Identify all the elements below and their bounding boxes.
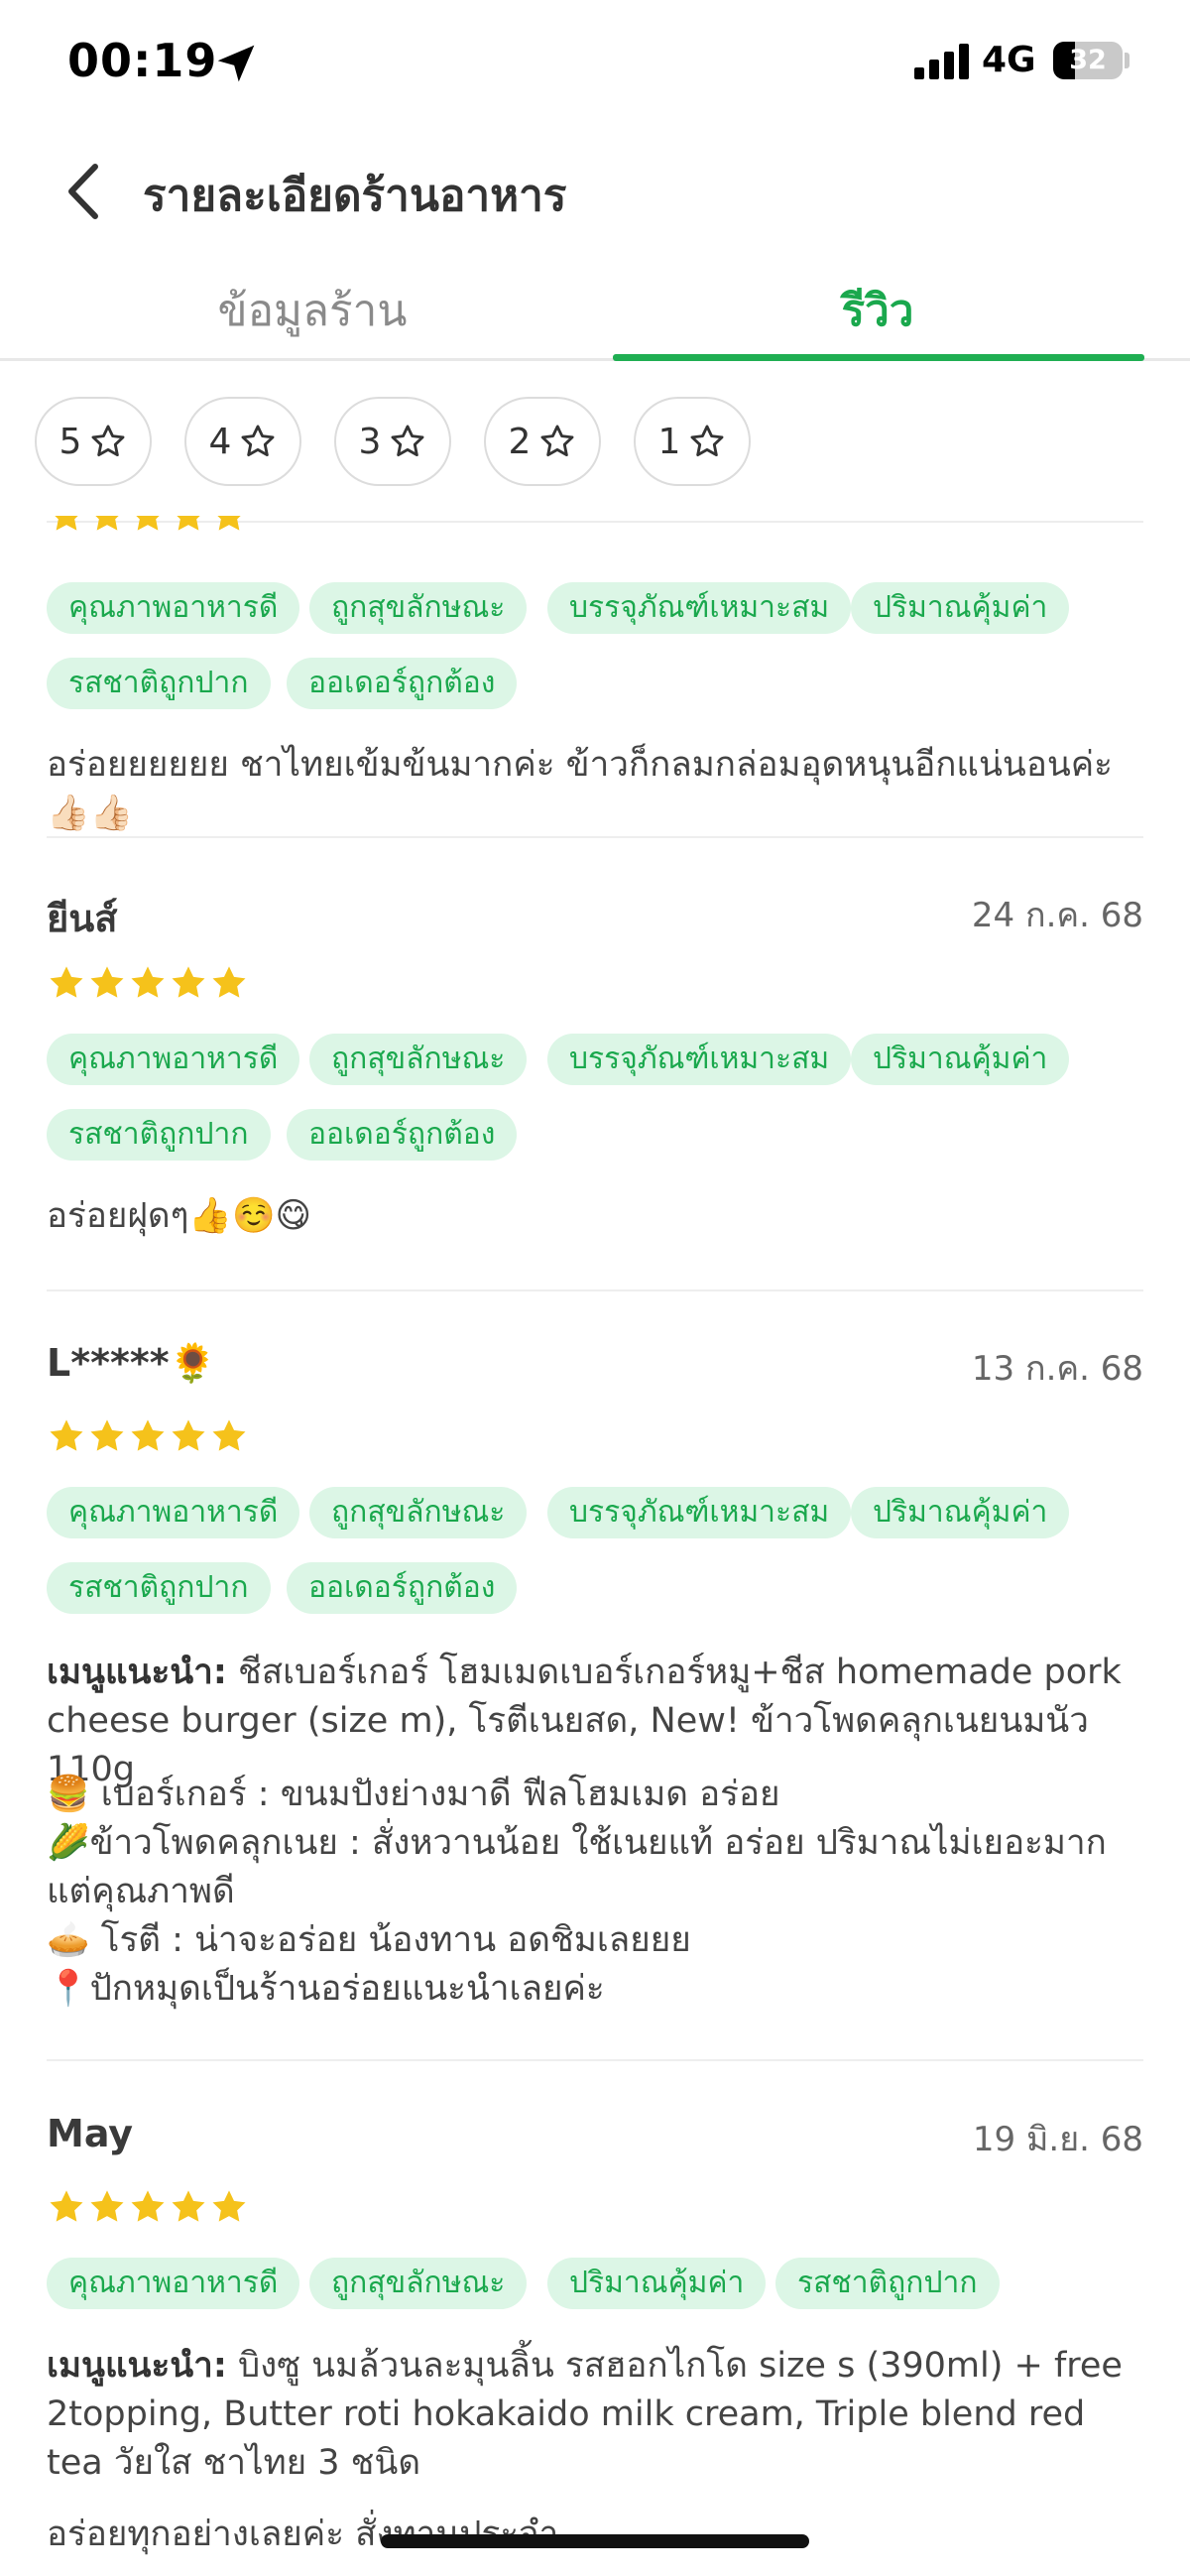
battery-icon: 32 (1053, 42, 1123, 79)
star-filled-icon (172, 966, 205, 998)
star-filled-icon (90, 2190, 124, 2222)
tag-food-quality: คุณภาพอาหารดี (47, 2258, 300, 2309)
cellular-signal-icon (914, 44, 969, 79)
star-filled-icon (131, 1419, 165, 1451)
reviewer-name: ยีนส์ (47, 897, 118, 940)
review-divider (47, 2059, 1143, 2061)
tag-hygienic: ถูกสุขลักษณะ (309, 2258, 528, 2309)
active-tab-indicator (613, 354, 1144, 361)
page-title: รายละเอียดร้านอาหาร (143, 171, 567, 221)
tag-order-correct: ออเดอร์ถูกต้อง (287, 1562, 518, 1614)
filter-label: 5 (59, 421, 82, 462)
star-filled-icon (177, 516, 200, 531)
rating-stars (47, 1416, 249, 1456)
star-outline-icon (540, 425, 574, 457)
reviewer-name: May (47, 2112, 134, 2155)
star-filled-icon (50, 1419, 83, 1451)
network-type: 4G (982, 40, 1036, 80)
review-text: อร่อยยยยยย ชาไทยเข้มข้นมากค่ะ ข้าวก็กลมก… (47, 745, 1113, 833)
tag-hygienic: ถูกสุขลักษณะ (309, 1034, 528, 1085)
review-text: อร่อยฝุดๆ👍☺️😋 (47, 1196, 312, 1236)
review-divider (47, 1289, 1143, 1291)
tab-store-info[interactable]: ข้อมูลร้าน (159, 276, 466, 345)
star-filled-icon (90, 1419, 124, 1451)
star-filled-icon (55, 516, 78, 531)
tag-taste: รสชาติถูกปาก (47, 1562, 271, 1614)
filter-label: 1 (657, 421, 681, 462)
tag-food-quality: คุณภาพอาหารดี (47, 1034, 300, 1085)
review-divider (47, 836, 1143, 838)
star-filled-icon (131, 966, 165, 998)
filter-label: 3 (358, 421, 382, 462)
tag-taste: รสชาติถูกปาก (775, 2258, 1000, 2309)
tag-food-quality: คุณภาพอาหารดี (47, 582, 300, 634)
star-filled-icon (90, 966, 124, 998)
star-filled-icon (212, 1419, 246, 1451)
tag-hygienic: ถูกสุขลักษณะ (309, 582, 528, 634)
rating-stars (47, 963, 249, 1003)
tag-packaging: บรรจุภัณฑ์เหมาะสม (547, 1034, 852, 1085)
star-outline-icon (241, 425, 275, 457)
battery-percent: 32 (1069, 45, 1107, 75)
rating-stars (47, 2187, 249, 2227)
recommended-menu-label: เมนูแนะนำ: (47, 1653, 227, 1692)
tag-value: ปริมาณคุ้มค่า (851, 582, 1070, 634)
status-time: 00:19 (67, 34, 218, 87)
star-filled-icon (172, 2190, 205, 2222)
tag-order-correct: ออเดอร์ถูกต้อง (287, 658, 518, 709)
tag-hygienic: ถูกสุขลักษณะ (309, 1487, 528, 1538)
filter-3-stars[interactable]: 3 (334, 397, 451, 486)
review-date: 19 มิ.ย. 68 (972, 2120, 1143, 2159)
star-filled-icon (95, 516, 119, 531)
tag-taste: รสชาติถูกปาก (47, 658, 271, 709)
reviewer-name: L*****🌻 (47, 1341, 216, 1385)
star-filled-icon (217, 516, 241, 531)
tag-taste: รสชาติถูกปาก (47, 1109, 271, 1161)
review-text: 🍔 เบอร์เกอร์ : ขนมปังย่างมาดี ฟีลโฮมเมด … (47, 1775, 1107, 2009)
star-filled-icon (212, 2190, 246, 2222)
star-filled-icon (172, 1419, 205, 1451)
star-filled-icon (212, 966, 246, 998)
tag-packaging: บรรจุภัณฑ์เหมาะสม (547, 582, 852, 634)
star-filled-icon (50, 2190, 83, 2222)
star-filled-icon (50, 966, 83, 998)
filter-label: 4 (208, 421, 232, 462)
review-date: 24 ก.ค. 68 (971, 896, 1143, 935)
filter-label: 2 (508, 421, 532, 462)
home-indicator[interactable] (381, 2534, 809, 2548)
star-outline-icon (91, 425, 125, 457)
review-date: 13 ก.ค. 68 (971, 1349, 1143, 1389)
tag-food-quality: คุณภาพอาหารดี (47, 1487, 300, 1538)
back-arrow-icon[interactable] (60, 157, 109, 226)
battery-tip (1125, 53, 1130, 68)
star-filled-icon (136, 516, 160, 531)
tag-value: ปริมาณคุ้มค่า (547, 2258, 767, 2309)
recommended-menu-label: เมนูแนะนำ: (47, 2346, 227, 2386)
status-bar: 00:19 4G 32 (0, 0, 1190, 129)
tab-reviews[interactable]: รีวิว (754, 276, 1002, 345)
tag-order-correct: ออเดอร์ถูกต้อง (287, 1109, 518, 1161)
star-filled-icon (131, 2190, 165, 2222)
tag-value: ปริมาณคุ้มค่า (851, 1487, 1070, 1538)
filter-1-star[interactable]: 1 (634, 397, 751, 486)
filter-5-stars[interactable]: 5 (35, 397, 152, 486)
location-arrow-icon (217, 45, 255, 82)
tag-packaging: บรรจุภัณฑ์เหมาะสม (547, 1487, 852, 1538)
star-outline-icon (391, 425, 424, 457)
filter-4-stars[interactable]: 4 (184, 397, 301, 486)
star-outline-icon (690, 425, 724, 457)
rating-stars (47, 516, 249, 551)
recommended-menu: เมนูแนะนำ: บิงซู นมล้วนละมุนลิ้น รสฮอกไก… (47, 2342, 1143, 2488)
tag-value: ปริมาณคุ้มค่า (851, 1034, 1070, 1085)
filter-2-stars[interactable]: 2 (484, 397, 601, 486)
